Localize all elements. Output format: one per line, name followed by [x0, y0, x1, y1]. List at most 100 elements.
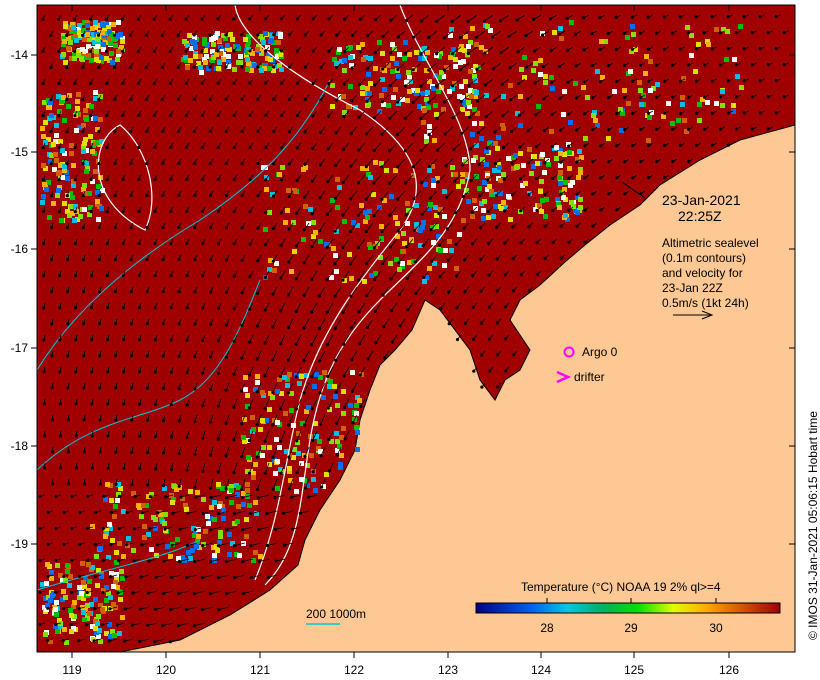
velocity-arrow-head [350, 66, 354, 70]
velocity-arrow-head [482, 19, 486, 23]
sst-pixel [285, 383, 290, 388]
velocity-arrow-head [718, 31, 722, 35]
velocity-arrow-head [42, 466, 47, 470]
velocity-arrow-head [734, 95, 739, 99]
sst-pixel [453, 57, 458, 62]
velocity-arrow-head [192, 161, 197, 165]
velocity-arrow-head [327, 82, 331, 86]
sst-pixel [82, 207, 87, 212]
sst-pixel [328, 379, 333, 384]
velocity-arrow-head [247, 471, 252, 475]
velocity-arrow-head [38, 590, 42, 594]
velocity-arrow-head [185, 274, 189, 278]
velocity-arrow-head [558, 96, 562, 100]
sst-pixel [442, 214, 447, 219]
velocity-arrow-head [453, 179, 457, 183]
velocity-arrow-head [264, 81, 268, 85]
velocity-arrow-head [455, 306, 459, 310]
sst-pixel [567, 166, 572, 171]
sst-pixel [142, 535, 147, 540]
velocity-arrow-head [373, 309, 377, 313]
velocity-arrow-head [694, 47, 699, 51]
velocity-arrow-head [114, 354, 118, 358]
velocity-arrow-head [58, 466, 63, 470]
velocity-arrow-head [583, 176, 587, 180]
argo-label: Argo 0 [582, 345, 618, 359]
sst-pixel [334, 431, 339, 436]
sst-pixel [389, 194, 394, 199]
velocity-arrow-head [224, 161, 228, 165]
velocity-arrow-head [74, 466, 78, 470]
sst-pixel [479, 136, 484, 141]
velocity-arrow-head [70, 526, 74, 530]
velocity-arrow-head [295, 211, 299, 215]
velocity-arrow-head [557, 32, 561, 37]
velocity-arrow-head [334, 98, 338, 102]
velocity-arrow-head [395, 165, 400, 169]
sst-pixel [360, 91, 365, 96]
velocity-arrow-head [311, 146, 315, 150]
velocity-arrow-head [184, 113, 188, 117]
sst-pixel [216, 482, 221, 487]
velocity-arrow-head [390, 340, 394, 344]
velocity-arrow-head [311, 81, 315, 86]
velocity-arrow-head [73, 17, 77, 21]
velocity-arrow-head [281, 511, 286, 516]
velocity-arrow-head [318, 422, 323, 426]
velocity-arrow-head [41, 82, 45, 86]
sst-pixel [110, 60, 115, 65]
velocity-arrow-head [194, 495, 198, 499]
sst-pixel [174, 487, 179, 492]
velocity-arrow-head [256, 97, 260, 101]
sst-pixel [470, 214, 475, 219]
velocity-arrow-head [272, 65, 276, 69]
velocity-arrow-head [342, 82, 346, 86]
sst-pixel [44, 581, 49, 586]
velocity-arrow-head [78, 574, 82, 579]
sst-pixel [40, 126, 45, 131]
velocity-arrow-head [678, 47, 683, 51]
velocity-arrow-head [272, 162, 276, 166]
velocity-arrow-head [273, 527, 278, 532]
velocity-arrow-head [38, 494, 42, 498]
velocity-arrow-head [455, 274, 459, 278]
velocity-arrow-head [686, 31, 691, 35]
sst-pixel [43, 632, 48, 637]
sst-pixel [301, 167, 306, 172]
velocity-arrow-head [558, 128, 563, 132]
velocity-arrow-head [161, 451, 166, 455]
sst-pixel [432, 138, 437, 143]
velocity-arrow-head [113, 194, 117, 198]
velocity-arrow-head [232, 471, 236, 475]
velocity-arrow-head [192, 592, 196, 596]
sst-pixel [190, 548, 195, 553]
velocity-arrow-head [66, 450, 70, 454]
velocity-arrow-head [120, 17, 124, 21]
velocity-arrow-head [184, 49, 188, 53]
sst-pixel [559, 36, 564, 41]
sst-pixel [212, 553, 217, 558]
velocity-arrow-head [176, 129, 181, 133]
velocity-arrow-head [550, 80, 554, 85]
sst-pixel [407, 52, 412, 57]
sst-pixel [360, 166, 365, 171]
sst-pixel [453, 172, 458, 177]
velocity-arrow-head [97, 226, 101, 230]
velocity-arrow-head [782, 30, 786, 35]
sst-pixel [44, 187, 49, 192]
velocity-arrow-head [177, 386, 181, 391]
velocity-arrow-head [209, 528, 213, 532]
velocity-arrow-head [130, 418, 134, 422]
velocity-arrow-head [106, 434, 110, 438]
velocity-arrow-head [89, 242, 93, 246]
sst-pixel [720, 89, 725, 94]
velocity-arrow-head [453, 211, 457, 215]
velocity-arrow-head [271, 358, 275, 362]
sst-pixel [108, 41, 113, 46]
sst-pixel [529, 171, 534, 176]
velocity-arrow-head [502, 177, 506, 181]
velocity-arrow-head [398, 324, 402, 328]
velocity-arrow-head [263, 406, 267, 411]
sst-pixel [402, 56, 407, 61]
velocity-arrow-head [334, 390, 338, 394]
